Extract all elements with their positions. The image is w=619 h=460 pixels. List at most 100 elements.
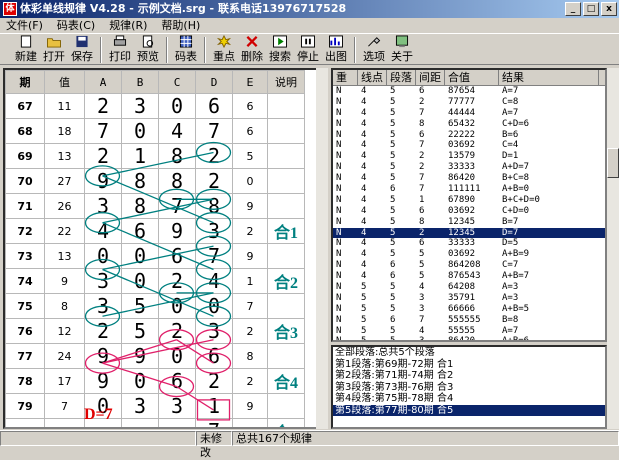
digit-c-cell[interactable]: 4 <box>158 118 196 144</box>
period-cell[interactable]: 74 <box>5 268 45 294</box>
period-cell[interactable]: 68 <box>5 118 45 144</box>
period-cell[interactable]: 69 <box>5 143 45 169</box>
menu-codetable[interactable]: 码表(C) <box>57 18 95 33</box>
note-cell[interactable]: 合2 <box>267 268 305 294</box>
rule-row[interactable]: N 5 5 4 55555 A=7 <box>333 326 605 337</box>
digit-b-cell[interactable]: 3 <box>121 93 159 119</box>
value-cell[interactable]: 11 <box>44 93 85 119</box>
note-cell[interactable] <box>267 93 305 119</box>
segment-info-item[interactable]: 第1段落:第69期-72期 合1 <box>333 359 605 371</box>
open-button[interactable]: 打开 <box>40 34 68 64</box>
digit-d-cell[interactable]: 0 <box>195 293 233 319</box>
digit-a-cell[interactable]: 3 <box>84 268 122 294</box>
digit-e-cell[interactable]: 2 <box>232 368 268 394</box>
col-header-b[interactable]: B <box>121 70 159 94</box>
rule-row[interactable]: N 5 5 3 66666 A+B=5 <box>333 304 605 315</box>
col-spacing[interactable]: 间距 <box>416 70 445 85</box>
digit-e-cell[interactable] <box>232 418 268 427</box>
rule-row[interactable]: N 4 5 7 03692 C=4 <box>333 140 605 151</box>
digit-e-cell[interactable]: 9 <box>232 243 268 269</box>
digit-d-cell[interactable]: 3 <box>195 318 233 344</box>
period-cell[interactable]: 72 <box>5 218 45 244</box>
note-cell[interactable]: 合1 <box>267 218 305 244</box>
digit-b-cell[interactable]: 0 <box>121 368 159 394</box>
grid-row[interactable]: 7 合5 <box>5 418 305 427</box>
maximize-button[interactable]: □ <box>583 2 599 16</box>
rule-row[interactable]: N 4 5 8 65432 C+D=6 <box>333 119 605 130</box>
digit-e-cell[interactable]: 8 <box>232 343 268 369</box>
grid-row[interactable]: 68 18 7 0 4 7 6 <box>5 118 305 144</box>
col-header-c[interactable]: C <box>158 70 196 94</box>
period-cell[interactable]: 79 <box>5 393 45 419</box>
digit-b-cell[interactable]: 6 <box>121 218 159 244</box>
grid-row[interactable]: 72 22 4 6 9 3 2 合1 <box>5 218 305 244</box>
rule-row[interactable]: N 5 6 7 555555 B=8 <box>333 315 605 326</box>
options-button[interactable]: 选项 <box>360 34 388 64</box>
digit-e-cell[interactable]: 0 <box>232 168 268 194</box>
rule-row[interactable]: N 5 5 3 35791 A=3 <box>333 293 605 304</box>
digit-c-cell[interactable]: 2 <box>158 268 196 294</box>
rule-row[interactable]: N 4 5 5 03692 A+B=9 <box>333 249 605 260</box>
export-chart-button[interactable]: 出图 <box>322 34 350 64</box>
segment-info-item[interactable]: 全部段落:总共5个段落 <box>333 347 605 359</box>
rule-row[interactable]: N 4 5 6 33333 D=5 <box>333 238 605 249</box>
rules-vertical-scrollbar[interactable] <box>607 68 619 429</box>
digit-b-cell[interactable]: 3 <box>121 393 159 419</box>
period-cell[interactable]: 70 <box>5 168 45 194</box>
col-header-value[interactable]: 值 <box>44 70 85 94</box>
digit-b-cell[interactable]: 0 <box>121 243 159 269</box>
digit-d-cell[interactable]: 7 <box>195 118 233 144</box>
note-cell[interactable] <box>267 168 305 194</box>
segment-info-item[interactable]: 第5段落:第77期-80期 合5 <box>333 404 605 416</box>
digit-c-cell[interactable]: 2 <box>158 318 196 344</box>
grid-vertical-scrollbar[interactable] <box>316 68 328 429</box>
grid-row[interactable]: 74 9 3 0 2 4 1 合2 <box>5 268 305 294</box>
note-cell[interactable]: 合5 <box>267 418 305 427</box>
digit-d-cell[interactable]: 3 <box>195 218 233 244</box>
digit-a-cell[interactable]: 3 <box>84 193 122 219</box>
col-sum[interactable]: 合值 <box>445 70 499 85</box>
rule-row[interactable]: N 4 5 7 44444 A=7 <box>333 108 605 119</box>
segment-info-item[interactable]: 第3段落:第73期-76期 合3 <box>333 382 605 394</box>
rule-row[interactable]: N 5 5 4 64208 A=3 <box>333 282 605 293</box>
period-cell[interactable]: 76 <box>5 318 45 344</box>
digit-c-cell[interactable]: 8 <box>158 168 196 194</box>
value-cell[interactable]: 27 <box>44 168 85 194</box>
rules-list[interactable]: 重 线点 段落 间距 合值 结果 N 4 5 6 87654 A=7 N 4 5 2 77777 C=… <box>331 68 607 342</box>
digit-e-cell[interactable]: 6 <box>232 93 268 119</box>
digit-a-cell[interactable]: 2 <box>84 93 122 119</box>
digit-a-cell[interactable]: 9 <box>84 368 122 394</box>
grid-row[interactable]: 71 26 3 8 7 8 9 <box>5 193 305 219</box>
digit-d-cell[interactable]: 1 <box>195 393 233 419</box>
period-cell[interactable]: 78 <box>5 368 45 394</box>
grid-row[interactable]: 67 11 2 3 0 6 6 <box>5 93 305 119</box>
digit-e-cell[interactable]: 5 <box>232 143 268 169</box>
digit-b-cell[interactable]: 5 <box>121 293 159 319</box>
minimize-button[interactable]: _ <box>565 2 581 16</box>
value-cell[interactable]: 22 <box>44 218 85 244</box>
segment-info-item[interactable]: 第4段落:第75期-78期 合4 <box>333 393 605 405</box>
digit-c-cell[interactable]: 0 <box>158 343 196 369</box>
rule-row[interactable]: N 4 6 5 876543 A+B=7 <box>333 271 605 282</box>
menu-help[interactable]: 帮助(H) <box>161 18 200 33</box>
grid-row[interactable]: 70 27 9 8 8 2 0 <box>5 168 305 194</box>
col-header-period[interactable]: 期 <box>5 70 45 94</box>
value-cell[interactable]: 18 <box>44 118 85 144</box>
value-cell[interactable]: 13 <box>44 243 85 269</box>
digit-e-cell[interactable]: 9 <box>232 393 268 419</box>
digit-a-cell[interactable]: 4 <box>84 218 122 244</box>
digit-a-cell[interactable]: 0 <box>84 243 122 269</box>
digit-a-cell[interactable]: 2 <box>84 143 122 169</box>
digit-a-cell[interactable]: 2 <box>84 318 122 344</box>
digit-c-cell[interactable]: 9 <box>158 218 196 244</box>
scrollbar-thumb[interactable] <box>607 148 619 178</box>
col-line-points[interactable]: 线点 <box>358 70 387 85</box>
save-button[interactable]: 保存 <box>68 34 96 64</box>
segment-info-list[interactable]: 全部段落:总共5个段落 第1段落:第69期-72期 合1 第2段落:第71期-74期… <box>331 345 607 429</box>
digit-e-cell[interactable]: 7 <box>232 293 268 319</box>
period-cell[interactable]: 77 <box>5 343 45 369</box>
period-cell[interactable]: 71 <box>5 193 45 219</box>
digit-e-cell[interactable]: 2 <box>232 218 268 244</box>
digit-c-cell[interactable] <box>158 418 196 427</box>
new-button[interactable]: 新建 <box>12 34 40 64</box>
